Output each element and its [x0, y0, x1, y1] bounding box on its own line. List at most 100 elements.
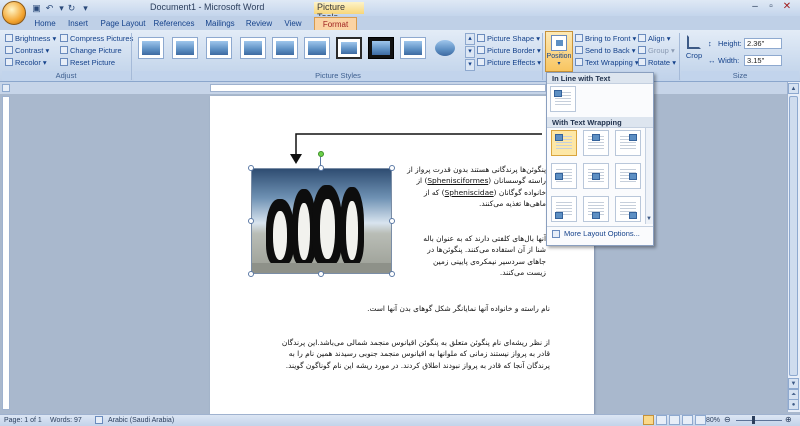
- redo-icon[interactable]: ↻: [66, 3, 77, 13]
- gallery-up-icon[interactable]: ▴: [465, 33, 475, 45]
- tab-references[interactable]: References: [152, 17, 196, 30]
- language-indicator[interactable]: Arabic (Saudi Arabia): [108, 415, 174, 426]
- position-bottom-right[interactable]: [615, 196, 641, 222]
- picture-style-8[interactable]: [368, 37, 394, 59]
- tab-insert[interactable]: Insert: [63, 17, 93, 30]
- picture-style-9[interactable]: [400, 37, 426, 59]
- change-picture-button[interactable]: Change Picture: [60, 45, 122, 57]
- undo-icon[interactable]: ↶: [44, 3, 55, 13]
- position-bottom-center[interactable]: [583, 196, 609, 222]
- position-top-center[interactable]: [583, 130, 609, 156]
- zoom-slider-thumb[interactable]: [752, 416, 755, 424]
- bring-to-front-button[interactable]: Bring to Front ▾: [575, 33, 636, 45]
- position-middle-right[interactable]: [615, 163, 641, 189]
- brightness-button[interactable]: Brightness ▾: [5, 33, 56, 45]
- change-picture-icon: [60, 46, 68, 54]
- dropdown-scroll-down-icon[interactable]: ▼: [646, 216, 652, 222]
- position-button[interactable]: Position ▾: [545, 31, 573, 72]
- send-to-back-button[interactable]: Send to Back ▾: [575, 45, 635, 57]
- more-layout-options-item[interactable]: More Layout Options...: [549, 228, 651, 240]
- picture-style-2[interactable]: [172, 37, 198, 59]
- gallery-down-icon[interactable]: ▾: [465, 46, 475, 58]
- resize-handle[interactable]: [389, 165, 395, 171]
- proofing-icon[interactable]: [95, 416, 103, 424]
- picture-style-6[interactable]: [304, 37, 330, 59]
- resize-handle[interactable]: [318, 271, 324, 277]
- customize-qat-icon[interactable]: ▾: [80, 3, 91, 13]
- vertical-ruler[interactable]: [2, 96, 10, 410]
- draft-view-icon[interactable]: [695, 415, 706, 425]
- arrow-shape[interactable]: [290, 128, 546, 166]
- office-button[interactable]: [2, 1, 26, 25]
- paragraph-4[interactable]: از نظر ریشه‌ای نام پنگوئن متعلق به پنگوئ…: [240, 337, 550, 371]
- tab-home[interactable]: Home: [30, 17, 60, 30]
- picture-style-3[interactable]: [206, 37, 232, 59]
- tab-review[interactable]: Review: [244, 17, 274, 30]
- position-middle-center[interactable]: [583, 163, 609, 189]
- rotation-handle[interactable]: [318, 151, 324, 157]
- position-bottom-left[interactable]: [551, 196, 577, 222]
- scroll-down-icon[interactable]: ▼: [788, 378, 799, 389]
- resize-handle[interactable]: [389, 271, 395, 277]
- save-icon[interactable]: ▣: [31, 3, 42, 13]
- tab-view[interactable]: View: [280, 17, 306, 30]
- word-count[interactable]: Words: 97: [50, 415, 82, 426]
- picture-style-5[interactable]: [272, 37, 298, 59]
- paragraph-2[interactable]: آنها بال‌های کلفتی دارند که به عنوان بال…: [400, 233, 546, 279]
- paragraph-3[interactable]: نام راسته و خانواده آنها نمایانگر شکل گو…: [240, 303, 550, 314]
- paragraph-1[interactable]: پنگوئن‌ها پرندگانی هستند بدون قدرت پرواز…: [400, 164, 546, 210]
- position-inline[interactable]: [550, 86, 576, 112]
- web-layout-icon[interactable]: [669, 415, 680, 425]
- zoom-in-icon[interactable]: ⊕: [785, 415, 792, 424]
- maximize-icon[interactable]: ▫: [764, 1, 778, 13]
- picture-style-10[interactable]: [432, 37, 458, 59]
- position-top-right[interactable]: [615, 130, 641, 156]
- picture-style-1[interactable]: [138, 37, 164, 59]
- tab-mailings[interactable]: Mailings: [202, 17, 238, 30]
- resize-handle[interactable]: [389, 218, 395, 224]
- tab-page-layout[interactable]: Page Layout: [100, 17, 146, 30]
- page-count[interactable]: Page: 1 of 1: [4, 415, 42, 426]
- contrast-button[interactable]: Contrast ▾: [5, 45, 49, 57]
- select-browse-object-icon[interactable]: ●: [788, 399, 799, 410]
- picture-style-4[interactable]: [240, 37, 266, 59]
- outline-view-icon[interactable]: [682, 415, 693, 425]
- resize-handle[interactable]: [248, 165, 254, 171]
- position-top-left[interactable]: [551, 130, 577, 156]
- text-wrapping-button[interactable]: Text Wrapping ▾: [575, 57, 639, 69]
- picture-border-button[interactable]: Picture Border ▾: [477, 45, 541, 57]
- zoom-slider[interactable]: [736, 420, 782, 421]
- group-button[interactable]: Group ▾: [638, 45, 675, 57]
- tab-format[interactable]: Format: [314, 17, 357, 30]
- dropdown-divider: [547, 226, 653, 227]
- gallery-more-icon[interactable]: ▾: [465, 59, 475, 71]
- close-icon[interactable]: ✕: [780, 1, 794, 13]
- picture-shape-button[interactable]: Picture Shape ▾: [477, 33, 540, 45]
- scroll-thumb[interactable]: [789, 96, 798, 376]
- tab-selector[interactable]: [2, 84, 10, 92]
- crop-button[interactable]: Crop: [684, 33, 704, 63]
- zoom-out-icon[interactable]: ⊖: [724, 415, 731, 424]
- resize-handle[interactable]: [318, 165, 324, 171]
- picture-style-7[interactable]: [336, 37, 362, 59]
- height-field[interactable]: 2.36": [744, 38, 782, 49]
- resize-handle[interactable]: [248, 271, 254, 277]
- width-field[interactable]: 3.15": [744, 55, 782, 66]
- align-icon: [638, 34, 646, 42]
- resize-handle[interactable]: [248, 218, 254, 224]
- picture-effects-button[interactable]: Picture Effects ▾: [477, 57, 541, 69]
- scroll-up-icon[interactable]: ▲: [788, 83, 799, 94]
- reset-picture-button[interactable]: Reset Picture: [60, 57, 115, 69]
- full-screen-reading-icon[interactable]: [656, 415, 667, 425]
- minimize-icon[interactable]: –: [748, 1, 762, 13]
- dropdown-scrollbar[interactable]: [645, 128, 653, 224]
- penguin-picture[interactable]: [251, 168, 392, 274]
- align-button[interactable]: Align ▾: [638, 33, 671, 45]
- position-middle-left[interactable]: [551, 163, 577, 189]
- rotate-button[interactable]: Rotate ▾: [638, 57, 676, 69]
- compress-pictures-button[interactable]: Compress Pictures: [60, 33, 133, 45]
- recolor-button[interactable]: Recolor ▾: [5, 57, 47, 69]
- print-layout-view-icon[interactable]: [643, 415, 654, 425]
- horizontal-ruler[interactable]: [210, 84, 546, 92]
- zoom-level[interactable]: 80%: [706, 415, 720, 426]
